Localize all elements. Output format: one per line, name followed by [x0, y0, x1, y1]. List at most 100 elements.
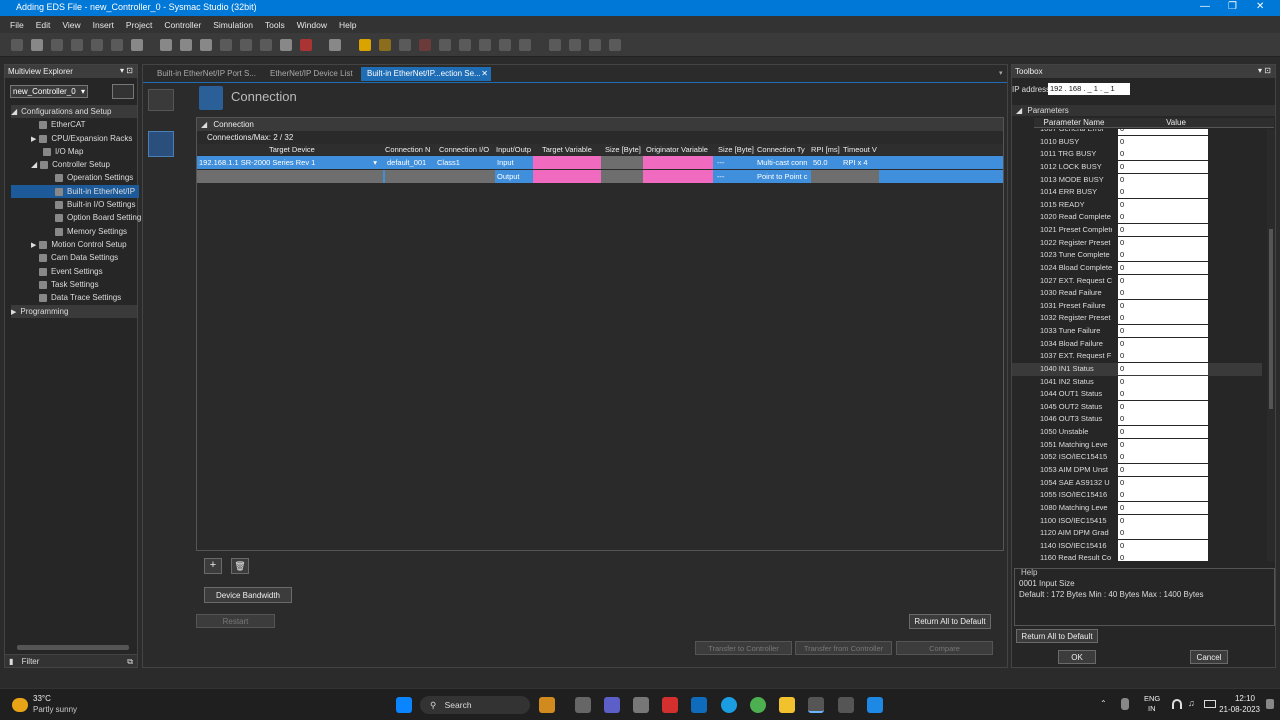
pin-icon[interactable]: ▾ ⊡ — [120, 66, 133, 75]
chrome-icon[interactable] — [750, 697, 766, 713]
param-value[interactable]: 0 — [1118, 198, 1208, 211]
tree-ethercat[interactable]: EtherCAT — [39, 118, 86, 131]
param-value[interactable]: 0 — [1118, 413, 1208, 426]
param-value[interactable]: 0 — [1118, 148, 1208, 161]
param-row[interactable]: 1120 AIM DPM Grad 0 — [1012, 527, 1262, 540]
param-row[interactable]: 1013 MODE BUSY 0 — [1012, 173, 1262, 187]
compile-icon[interactable] — [329, 39, 341, 51]
tree-event-settings[interactable]: Event Settings — [39, 265, 103, 278]
param-row[interactable]: 1140 ISO/IEC15416 0 — [1012, 539, 1262, 553]
search-highlight-icon[interactable] — [539, 697, 555, 713]
param-row[interactable]: 1031 Preset Failure 0 — [1012, 299, 1262, 313]
outlook-icon[interactable] — [691, 697, 707, 713]
tree-data-trace[interactable]: Data Trace Settings — [39, 291, 121, 304]
zoom-in-icon[interactable] — [569, 39, 581, 51]
param-row[interactable]: 1022 Register Preset 0 — [1012, 236, 1262, 250]
parameters-header[interactable]: ◢ Parameters — [1012, 105, 1275, 116]
minimize-icon[interactable]: — — [1200, 1, 1210, 12]
filter-options-icon[interactable]: ⧉ — [127, 657, 133, 667]
param-value[interactable]: 0 — [1118, 274, 1208, 287]
param-value[interactable]: 0 — [1118, 438, 1208, 451]
menu-edit[interactable]: Edit — [36, 20, 51, 30]
param-value[interactable]: 0 — [1118, 362, 1208, 375]
param-row[interactable]: 1054 SAE AS9132 U 0 — [1012, 476, 1262, 490]
app-l-icon[interactable] — [662, 697, 678, 713]
param-value[interactable]: 0 — [1118, 337, 1208, 350]
tree-task-settings[interactable]: Task Settings — [39, 278, 99, 291]
add-connection-button[interactable]: + — [204, 558, 222, 574]
param-row[interactable]: 1040 IN1 Status 0 — [1012, 362, 1262, 376]
zoom-reset-icon[interactable] — [609, 39, 621, 51]
menu-window[interactable]: Window — [297, 20, 327, 30]
table-icon[interactable] — [240, 39, 252, 51]
volume-icon[interactable]: ♫ — [1188, 698, 1195, 708]
param-value[interactable]: 0 — [1118, 527, 1208, 540]
app-icon[interactable] — [838, 697, 854, 713]
param-row[interactable]: 1020 Read Complete 0 — [1012, 211, 1262, 224]
layout-icon[interactable] — [220, 39, 232, 51]
param-value[interactable]: 0 — [1118, 451, 1208, 464]
app-blue-icon[interactable] — [867, 697, 883, 713]
menu-project[interactable]: Project — [126, 20, 152, 30]
param-value[interactable]: 0 — [1118, 135, 1208, 148]
find-icon[interactable] — [131, 39, 143, 51]
menu-file[interactable]: File — [10, 20, 24, 30]
copy-icon[interactable] — [31, 39, 43, 51]
tree-builtin-io[interactable]: Built-in I/O Settings — [55, 198, 135, 211]
zoom-out-icon[interactable] — [589, 39, 601, 51]
param-value[interactable]: 0 — [1118, 489, 1208, 502]
tree-operation-settings[interactable]: Operation Settings — [55, 171, 133, 184]
online-icon[interactable] — [280, 39, 292, 51]
compare-button[interactable]: Compare — [896, 641, 993, 655]
tree-builtin-ethernetip[interactable]: Built-in EtherNet/IP — [11, 185, 139, 198]
battery-icon[interactable] — [1204, 700, 1216, 708]
params-scrollbar[interactable] — [1267, 129, 1275, 561]
network-icon[interactable] — [260, 39, 272, 51]
param-row[interactable]: 1160 Read Result Co 0 — [1012, 552, 1262, 561]
cell-connection-type[interactable]: Multi-cast conn — [755, 156, 811, 169]
param-row[interactable]: 1023 Tune Complete 0 — [1012, 249, 1262, 262]
cell-originator-variable[interactable] — [643, 170, 713, 183]
param-row[interactable]: 1044 OUT1 Status 0 — [1012, 388, 1262, 401]
param-row[interactable]: 1050 Unstable 0 — [1012, 426, 1262, 439]
task-view-icon[interactable] — [575, 697, 591, 713]
notification-icon[interactable] — [1266, 699, 1274, 709]
lang-secondary[interactable]: IN — [1148, 704, 1156, 713]
cell-connection-name[interactable]: default_001 — [385, 156, 435, 169]
param-value[interactable]: 0 — [1118, 514, 1208, 527]
tools-icon[interactable] — [180, 39, 192, 51]
param-value[interactable]: 0 — [1118, 299, 1208, 312]
chevron-down-icon[interactable]: ▾ — [373, 158, 377, 167]
param-value[interactable]: 0 — [1118, 388, 1208, 401]
return-all-default-button[interactable]: Return All to Default — [909, 614, 991, 629]
teams-icon[interactable] — [604, 697, 620, 713]
close-tab-icon[interactable]: ✕ — [481, 69, 488, 78]
param-row[interactable]: 1014 ERR BUSY 0 — [1012, 186, 1262, 199]
filter-bar[interactable]: ▮ Filter ⧉ — [5, 654, 137, 667]
weather-icon[interactable] — [12, 698, 28, 712]
monitor-icon[interactable] — [399, 39, 411, 51]
param-value[interactable]: 0 — [1118, 539, 1208, 552]
microphone-icon[interactable] — [1121, 698, 1129, 710]
connection-section-header[interactable]: ◢ Connection — [197, 118, 1003, 131]
menu-controller[interactable]: Controller — [164, 20, 201, 30]
param-value[interactable]: 0 — [1118, 464, 1208, 476]
side-icon-port[interactable] — [148, 89, 174, 111]
table-row[interactable]: Output --- Point to Point c — [197, 170, 1003, 183]
delete-connection-button[interactable]: 🗑 — [231, 558, 249, 574]
param-row[interactable]: 1011 TRG BUSY 0 — [1012, 148, 1262, 161]
param-row[interactable]: 1010 BUSY 0 — [1012, 135, 1262, 149]
search-box[interactable]: ⚲ Search — [420, 696, 530, 714]
param-value[interactable]: 0 — [1118, 249, 1208, 262]
tree-option-board[interactable]: Option Board Setting — [55, 211, 141, 224]
param-row[interactable]: 1030 Read Failure 0 — [1012, 287, 1262, 300]
device-bandwidth-button[interactable]: Device Bandwidth — [204, 587, 292, 603]
file-explorer-icon[interactable] — [779, 697, 795, 713]
param-value[interactable]: 0 — [1118, 312, 1208, 325]
ip-address-input[interactable]: 192 . 168 . _ 1 . _ 1 — [1048, 83, 1130, 95]
param-value[interactable]: 0 — [1118, 552, 1208, 561]
param-row[interactable]: 1051 Matching Leve 0 — [1012, 438, 1262, 452]
param-value[interactable]: 0 — [1118, 400, 1208, 413]
sim-icon[interactable] — [439, 39, 451, 51]
cell-connection-io[interactable]: Class1 — [435, 156, 495, 169]
